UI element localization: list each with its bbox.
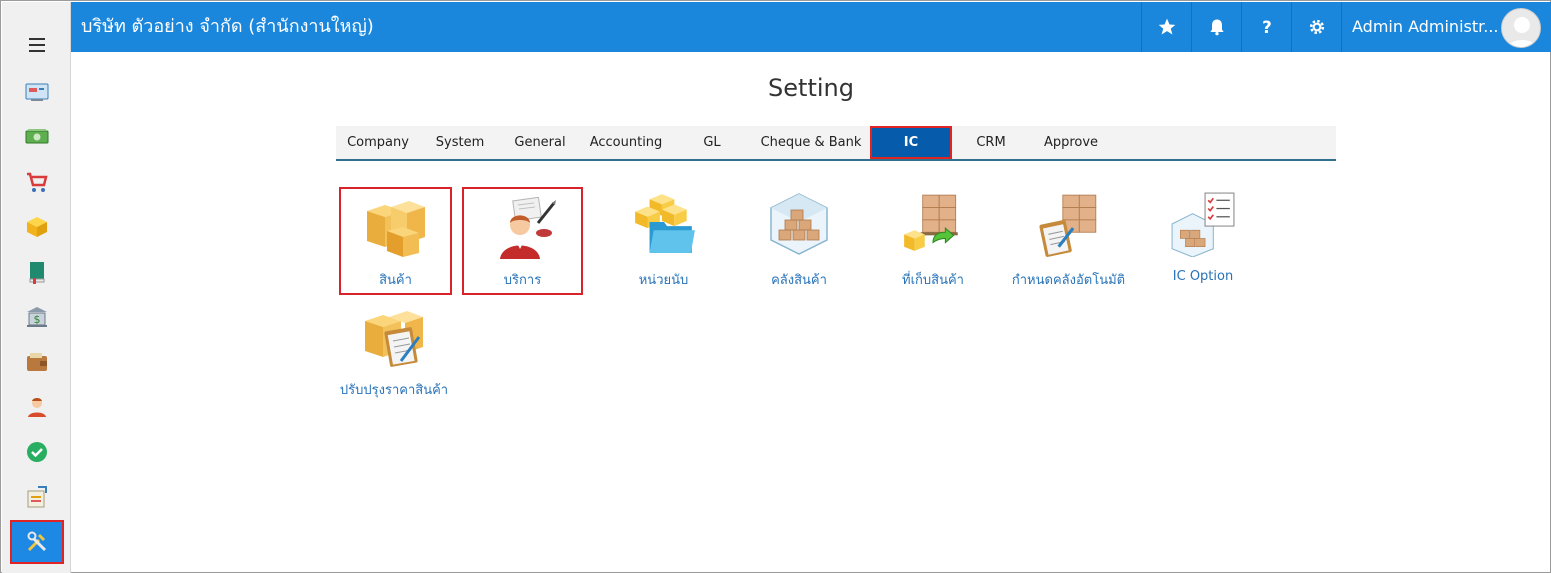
units-folder-icon [635, 194, 695, 253]
avatar[interactable] [1501, 8, 1541, 48]
top-header: บริษัท ตัวอย่าง จำกัด (สำนักงานใหญ่) ? A… [71, 2, 1551, 52]
tab-company[interactable]: Company [336, 126, 420, 159]
sidebar-item-settings[interactable] [10, 520, 64, 564]
boxes-icon [367, 201, 425, 257]
sidebar-item-contacts[interactable] [2, 387, 71, 427]
sidebar: $ [2, 2, 71, 573]
tile-warehouse[interactable]: คลังสินค้า [738, 187, 860, 295]
tools-icon [27, 531, 47, 552]
tile-label: กำหนดคลังอัตโนมัติ [1011, 273, 1126, 288]
hamburger-menu-icon[interactable] [29, 38, 45, 52]
tab-crm[interactable]: CRM [952, 126, 1030, 159]
svg-text:?: ? [1262, 18, 1272, 37]
storage-location-icon [904, 194, 958, 251]
sidebar-item-dashboard[interactable] [2, 72, 71, 112]
dashboard-icon [25, 83, 48, 101]
tile-label: คลังสินค้า [771, 273, 827, 288]
tab-approve[interactable]: Approve [1030, 126, 1112, 159]
tab-ic[interactable]: IC [870, 126, 952, 159]
tile-price-adjust[interactable]: ปรับปรุงราคาสินค้า [336, 303, 452, 403]
sidebar-item-bank[interactable]: $ [2, 297, 71, 337]
bank-icon: $ [26, 307, 47, 327]
book-icon [29, 262, 44, 284]
tile-auto-warehouse[interactable]: กำหนดคลังอัตโนมัติ [1006, 187, 1131, 295]
tile-services[interactable]: บริการ [462, 187, 583, 295]
svg-text:$: $ [33, 313, 40, 326]
money-icon [25, 129, 48, 144]
cart-icon [26, 172, 48, 192]
price-adjust-icon [365, 311, 423, 367]
auto-warehouse-icon [1039, 194, 1097, 257]
tab-general[interactable]: General [500, 126, 580, 159]
help-button[interactable]: ? [1241, 2, 1291, 52]
sidebar-item-cart[interactable] [2, 162, 71, 202]
tile-label: ที่เก็บสินค้า [902, 273, 964, 288]
question-icon: ? [1262, 18, 1272, 37]
user-icon [27, 398, 46, 417]
favorites-button[interactable] [1141, 2, 1191, 52]
check-icon [26, 442, 47, 462]
company-name[interactable]: บริษัท ตัวอย่าง จำกัด (สำนักงานใหญ่) [81, 2, 374, 52]
sidebar-item-wallet[interactable] [2, 342, 71, 382]
tab-accounting[interactable]: Accounting [580, 126, 672, 159]
tile-label: บริการ [503, 273, 542, 288]
tile-label: ปรับปรุงราคาสินค้า [339, 383, 449, 398]
box-icon [26, 217, 47, 237]
report-icon [27, 486, 47, 508]
tab-system[interactable]: System [420, 126, 500, 159]
sidebar-item-products[interactable] [2, 207, 71, 247]
tab-gl[interactable]: GL [672, 126, 752, 159]
notifications-button[interactable] [1191, 2, 1241, 52]
tile-label: สินค้า [379, 273, 412, 288]
tab-cheque-bank[interactable]: Cheque & Bank [752, 126, 870, 159]
sidebar-item-report[interactable] [2, 477, 71, 517]
service-person-icon [500, 197, 556, 259]
bell-icon [1209, 19, 1224, 36]
settings-button[interactable] [1291, 2, 1341, 52]
tile-ic-option[interactable]: IC Option [1142, 187, 1264, 295]
ic-option-icon [1171, 192, 1235, 257]
settings-tabs: Company System General Accounting GL Che… [336, 126, 1336, 161]
sidebar-item-approve[interactable] [2, 432, 71, 472]
app-window: $ บริษัท ตัวอย่าง จำกัด (สำนักงานใหญ่) ? [0, 0, 1551, 573]
page-title: Setting [768, 74, 854, 102]
sidebar-item-book[interactable] [2, 252, 71, 292]
wallet-icon [26, 353, 47, 371]
tile-products[interactable]: สินค้า [339, 187, 452, 295]
tile-label: IC Option [1172, 269, 1234, 284]
warehouse-icon [770, 193, 828, 255]
tile-label: หน่วยนับ [638, 273, 689, 288]
avatar-icon [1507, 17, 1537, 47]
star-icon [1158, 18, 1175, 35]
gear-icon [1309, 19, 1324, 35]
tile-units[interactable]: หน่วยนับ [601, 187, 726, 295]
tile-storage-location[interactable]: ที่เก็บสินค้า [872, 187, 994, 295]
sidebar-item-money[interactable] [2, 117, 71, 157]
